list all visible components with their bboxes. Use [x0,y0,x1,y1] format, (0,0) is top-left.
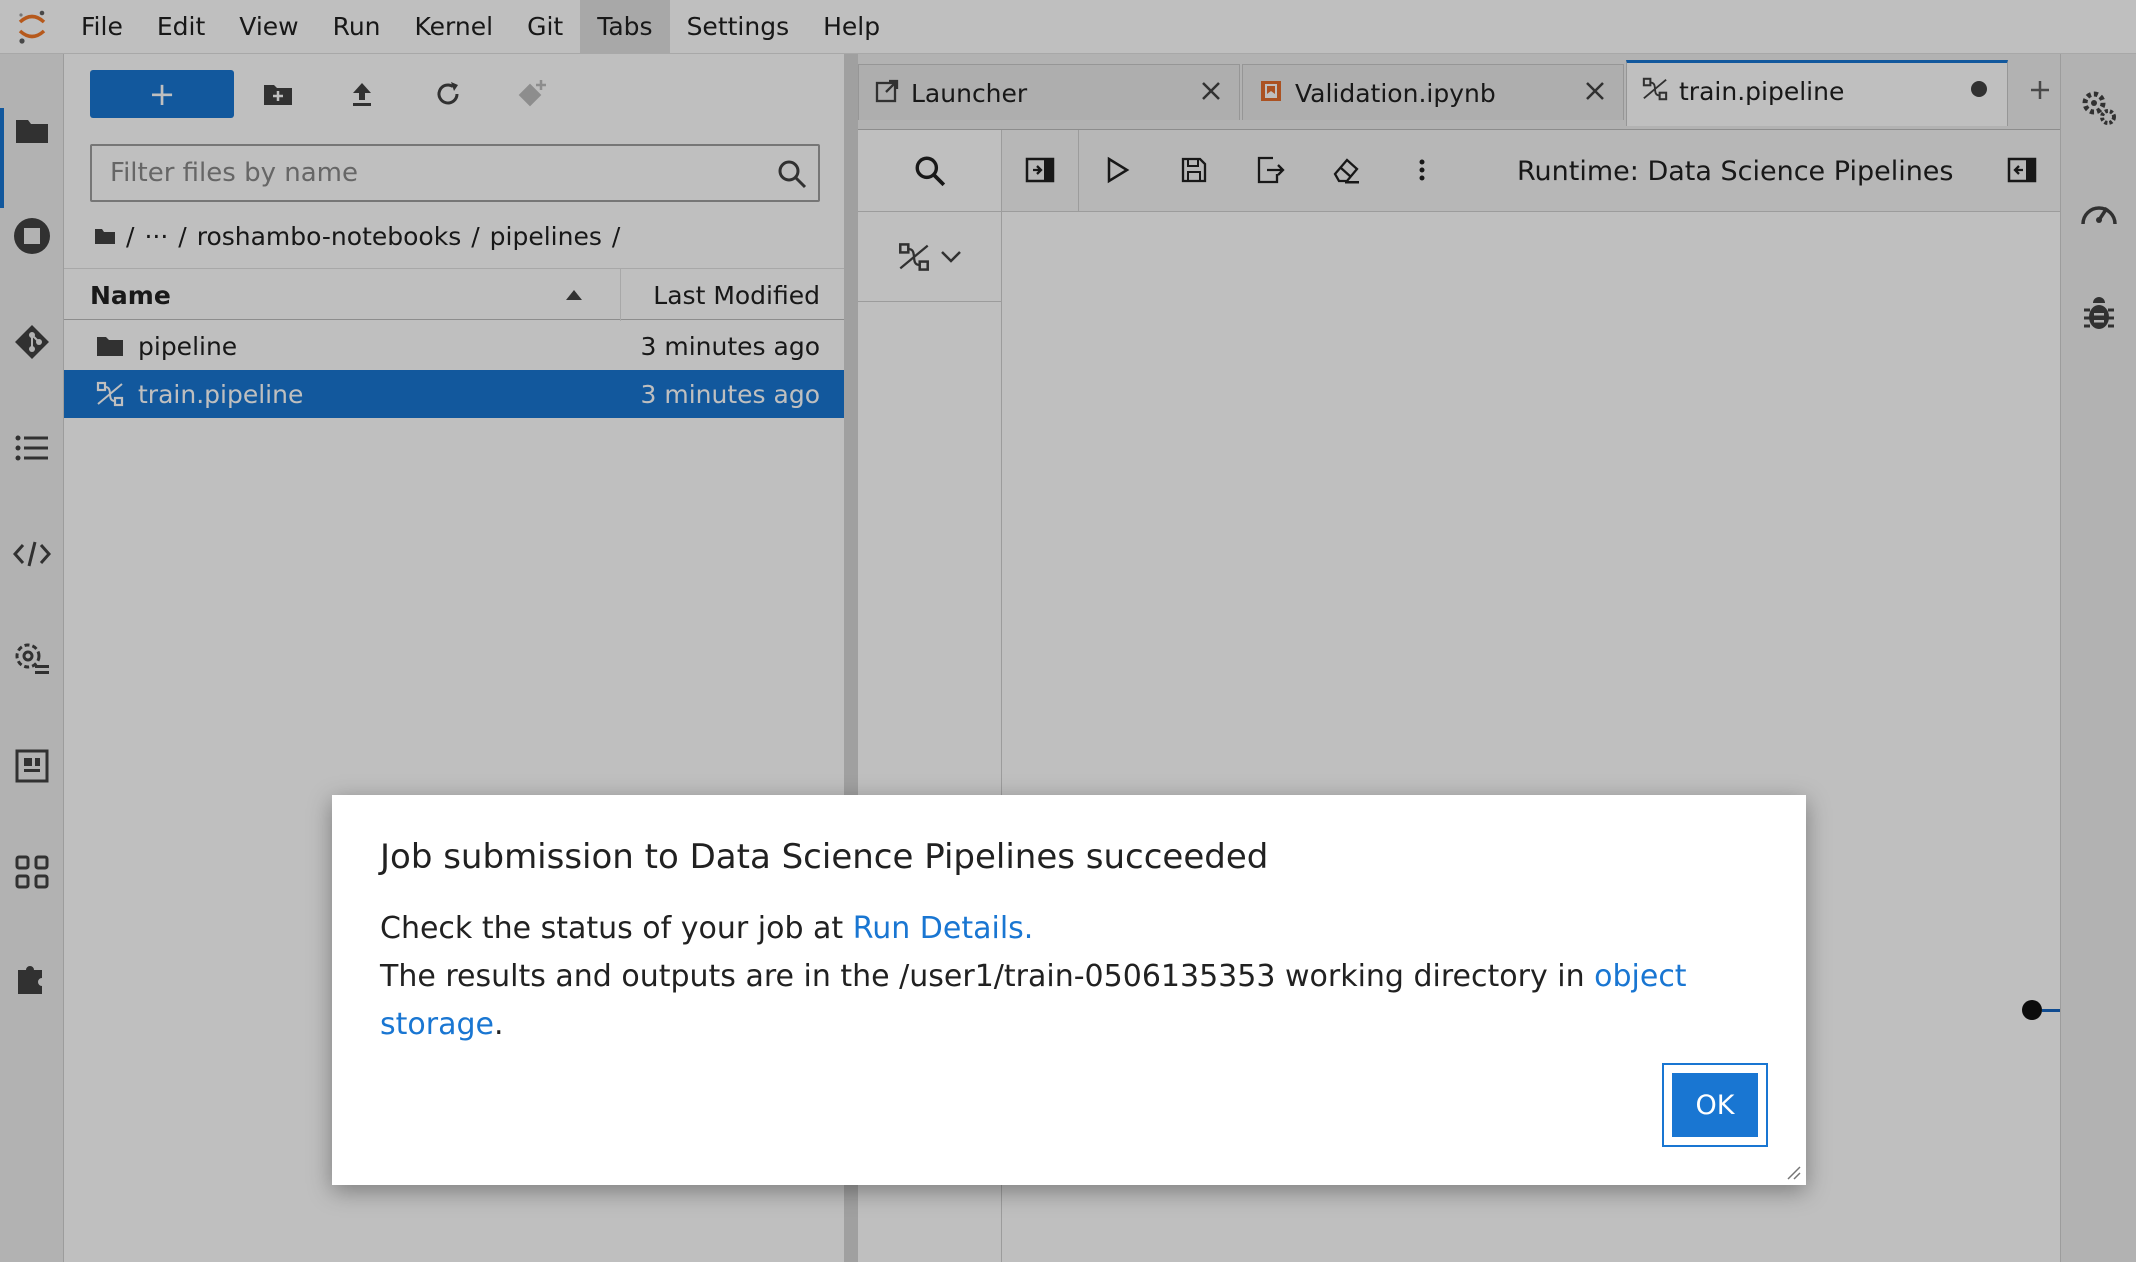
dialog-line-1: Check the status of your job at Run Deta… [380,905,1806,953]
dialog-title: Job submission to Data Science Pipelines… [380,837,1269,877]
dialog-text: The results and outputs are in the /user… [380,959,1595,994]
dialog-text: Check the status of your job at [380,911,853,946]
ok-button[interactable]: OK [1672,1073,1758,1137]
job-submission-dialog: Job submission to Data Science Pipelines… [332,795,1806,1185]
run-details-link[interactable]: Run Details. [853,911,1034,946]
dialog-line-2: The results and outputs are in the /user… [380,953,1806,1049]
resize-grip-icon[interactable] [1784,1163,1802,1181]
dialog-body: Check the status of your job at Run Deta… [380,905,1806,1049]
ok-button-focus-ring: OK [1662,1063,1768,1147]
dialog-text: . [493,1007,504,1042]
